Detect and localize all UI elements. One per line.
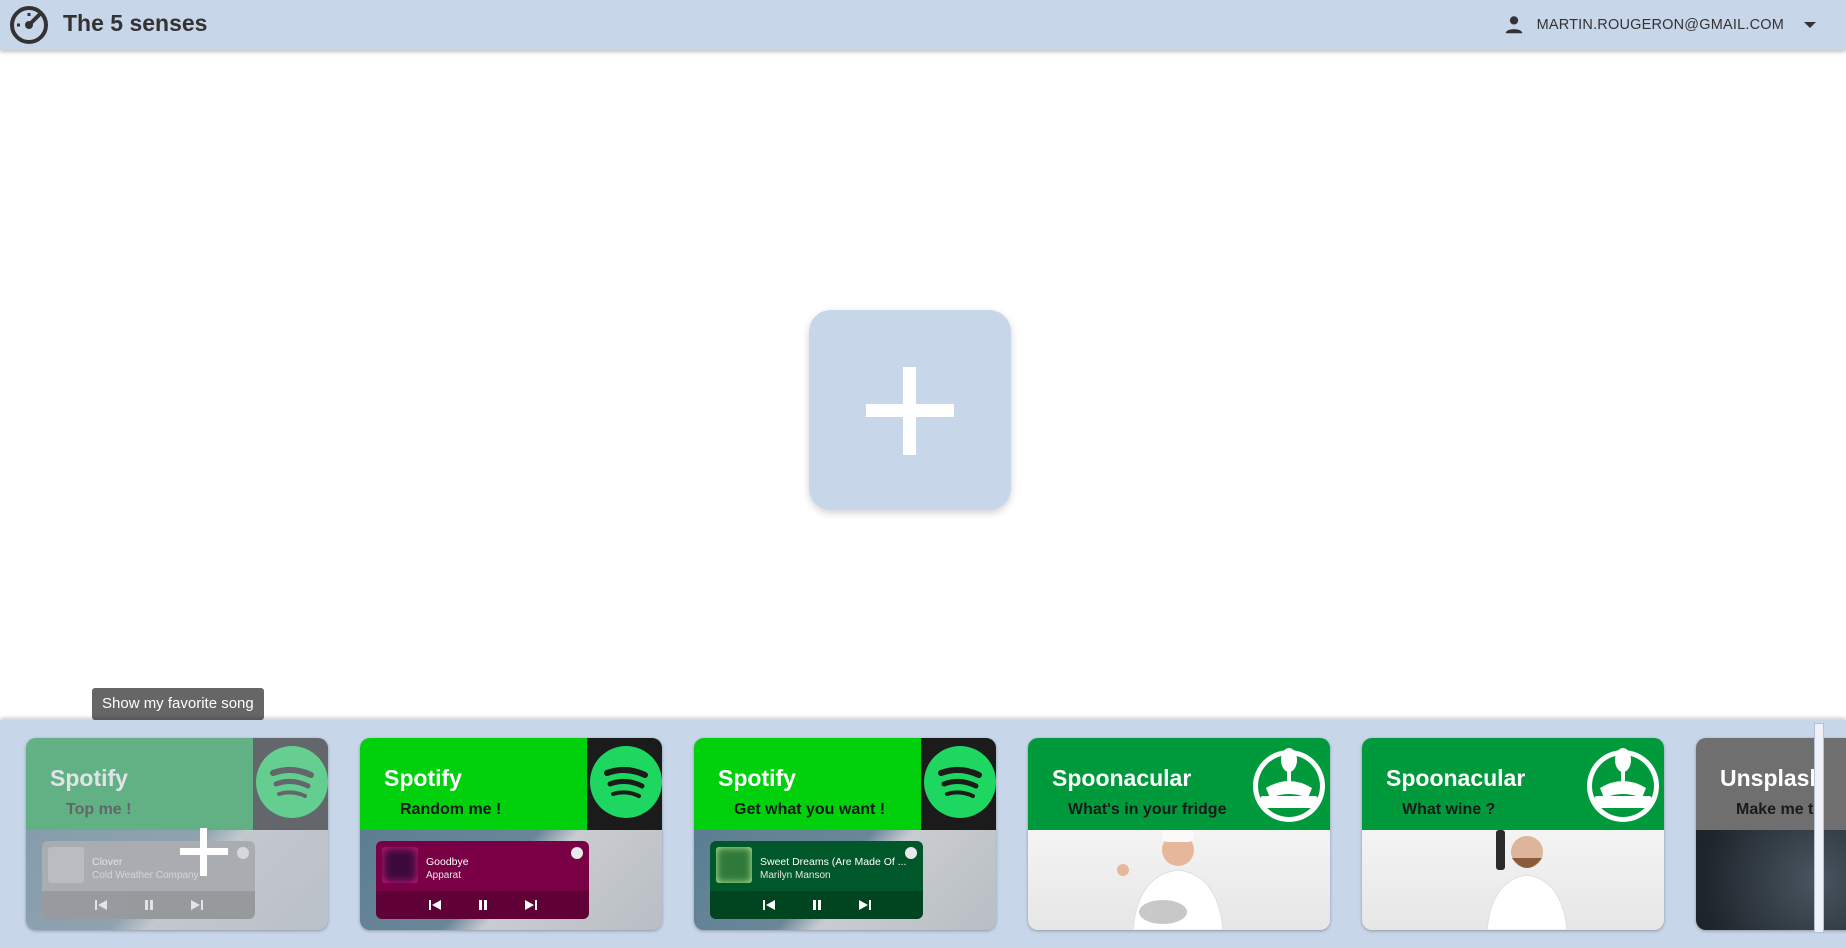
spotify-badge-icon <box>571 847 583 859</box>
spotify-logo-icon <box>924 746 996 818</box>
music-player: Goodbye Apparat <box>376 841 589 919</box>
top-app-bar: The 5 senses MARTIN.ROUGERON@GMAIL.COM <box>0 0 1846 50</box>
track-artist: Cold Weather Company <box>92 870 199 881</box>
spotify-badge-icon <box>905 847 917 859</box>
user-menu-button[interactable]: MARTIN.ROUGERON@GMAIL.COM <box>1503 14 1816 36</box>
card-service-name: Unsplash <box>1720 765 1824 791</box>
widget-card-spoonacular-fridge[interactable]: Spoonacular What's in your fridge <box>1028 738 1330 930</box>
user-email: MARTIN.ROUGERON@GMAIL.COM <box>1536 17 1784 33</box>
widget-card-spotify-random[interactable]: Spotify Random me ! Goodbye Apparat <box>360 738 662 930</box>
pause-icon[interactable] <box>476 898 490 912</box>
card-subtitle: Top me ! <box>66 801 132 818</box>
scrollbar[interactable] <box>1814 723 1824 933</box>
widget-card-spoonacular-wine[interactable]: Spoonacular What wine ? <box>1362 738 1664 930</box>
card-service-name: Spotify <box>50 765 128 791</box>
next-icon[interactable] <box>858 898 872 912</box>
widget-card-spotify-top[interactable]: Spotify Top me ! Clover Cold Weather Com… <box>26 738 328 930</box>
add-widget-button[interactable] <box>809 310 1011 510</box>
card-service-name: Spoonacular <box>1052 765 1192 791</box>
card-subtitle: Get what you want ! <box>734 801 886 818</box>
spotify-badge-icon <box>237 847 249 859</box>
pause-icon[interactable] <box>810 898 824 912</box>
spoonacular-logo-icon <box>1253 748 1325 822</box>
card-subtitle: What's in your fridge <box>1068 801 1227 818</box>
card-service-name: Spoonacular <box>1386 765 1526 791</box>
chef-image <box>1028 830 1330 930</box>
widget-dock: Spotify Top me ! Clover Cold Weather Com… <box>0 720 1846 948</box>
spoonacular-logo-icon <box>1587 748 1659 822</box>
tooltip: Show my favorite song <box>92 688 264 720</box>
previous-icon[interactable] <box>94 898 108 912</box>
widget-card-spotify-search[interactable]: Spotify Get what you want ! Sweet Dreams… <box>694 738 996 930</box>
spotify-logo-icon <box>256 746 328 818</box>
card-subtitle: Random me ! <box>400 801 502 818</box>
person-icon <box>1505 16 1522 34</box>
album-art <box>382 847 418 883</box>
pause-icon[interactable] <box>142 898 156 912</box>
album-art <box>48 847 84 883</box>
next-icon[interactable] <box>190 898 204 912</box>
previous-icon[interactable] <box>428 898 442 912</box>
spotify-logo-icon <box>590 746 662 818</box>
card-subtitle: Make me tr <box>1736 801 1820 818</box>
previous-icon[interactable] <box>762 898 776 912</box>
app-title: The 5 senses <box>63 10 208 36</box>
track-title: Goodbye <box>426 856 469 868</box>
card-service-name: Spotify <box>718 765 796 791</box>
track-title: Sweet Dreams (Are Made Of ... <box>760 856 907 868</box>
card-subtitle: What wine ? <box>1402 801 1496 818</box>
track-title: Clover <box>92 856 123 868</box>
speedometer-icon[interactable] <box>9 5 49 45</box>
caret-down-icon <box>1804 22 1816 28</box>
track-artist: Apparat <box>426 870 462 881</box>
next-icon[interactable] <box>524 898 538 912</box>
track-artist: Marilyn Manson <box>760 870 831 881</box>
music-player: Sweet Dreams (Are Made Of ... Marilyn Ma… <box>710 841 923 919</box>
sommelier-image <box>1362 830 1664 930</box>
card-service-name: Spotify <box>384 765 462 791</box>
album-art <box>716 847 752 883</box>
